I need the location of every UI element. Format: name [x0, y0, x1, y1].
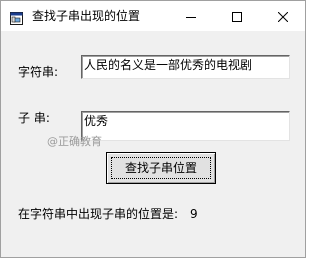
- find-substring-button-label: 查找子串位置: [124, 161, 197, 175]
- minimize-button[interactable]: [168, 1, 214, 31]
- app-window: 查找子串出现的位置 字符串: 人民的名义是一部优秀的电视剧 子 串: 优秀 @正…: [0, 0, 306, 258]
- title-bar[interactable]: 查找子串出现的位置: [1, 1, 305, 31]
- string-label: 字符串:: [18, 65, 59, 79]
- close-button[interactable]: [260, 1, 306, 31]
- form-area: 字符串: 人民的名义是一部优秀的电视剧 子 串: 优秀 @正确教育 查找子串位置…: [1, 31, 305, 257]
- app-window-icon: [10, 10, 23, 25]
- maximize-icon: [232, 7, 242, 26]
- string-input[interactable]: 人民的名义是一部优秀的电视剧: [81, 55, 290, 79]
- window-title: 查找子串出现的位置: [32, 9, 141, 23]
- maximize-button[interactable]: [214, 1, 260, 31]
- close-icon: [277, 7, 289, 26]
- result-label: 在字符串中出现子串的位置是:: [18, 207, 179, 221]
- minimize-icon: [186, 7, 196, 26]
- result-value: 9: [190, 207, 198, 221]
- substring-input[interactable]: 优秀: [81, 111, 290, 141]
- find-substring-button[interactable]: 查找子串位置: [106, 152, 216, 184]
- substring-label: 子 串:: [18, 111, 50, 125]
- watermark-text: @正确教育: [47, 135, 102, 148]
